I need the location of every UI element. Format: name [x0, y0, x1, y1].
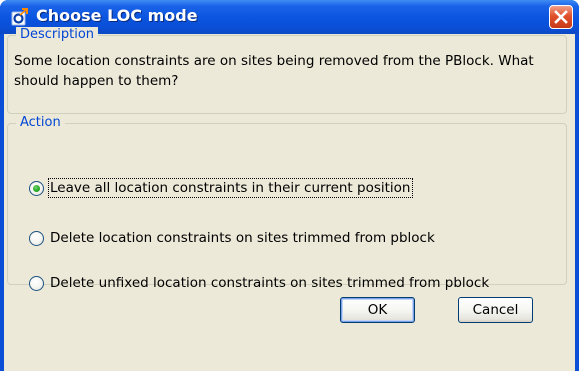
action-group: Action: [7, 115, 567, 285]
ok-button[interactable]: OK: [340, 297, 415, 323]
option-leave-all[interactable]: Leave all location constraints in their …: [29, 178, 413, 198]
option-delete-trimmed[interactable]: Delete location constraints on sites tri…: [29, 228, 435, 248]
radio-button[interactable]: [29, 275, 44, 291]
app-icon: [11, 8, 28, 26]
option-leave-all-label[interactable]: Leave all location constraints in their …: [48, 178, 413, 198]
choose-loc-mode-dialog: Choose LOC mode Description Some locatio…: [0, 0, 579, 371]
option-delete-trimmed-label[interactable]: Delete location constraints on sites tri…: [50, 230, 435, 246]
cancel-button[interactable]: Cancel: [458, 297, 533, 323]
option-delete-unfixed[interactable]: Delete unfixed location constraints on s…: [29, 273, 489, 293]
action-legend: Action: [16, 115, 65, 131]
option-delete-unfixed-label[interactable]: Delete unfixed location constraints on s…: [50, 275, 489, 291]
close-icon: [554, 10, 568, 24]
radio-button[interactable]: [29, 230, 44, 246]
close-button[interactable]: [549, 5, 573, 29]
description-text: Some location constraints are on sites b…: [14, 53, 534, 89]
window-title: Choose LOC mode: [36, 6, 198, 25]
description-legend: Description: [16, 27, 99, 43]
radio-button-selected[interactable]: [29, 180, 44, 196]
